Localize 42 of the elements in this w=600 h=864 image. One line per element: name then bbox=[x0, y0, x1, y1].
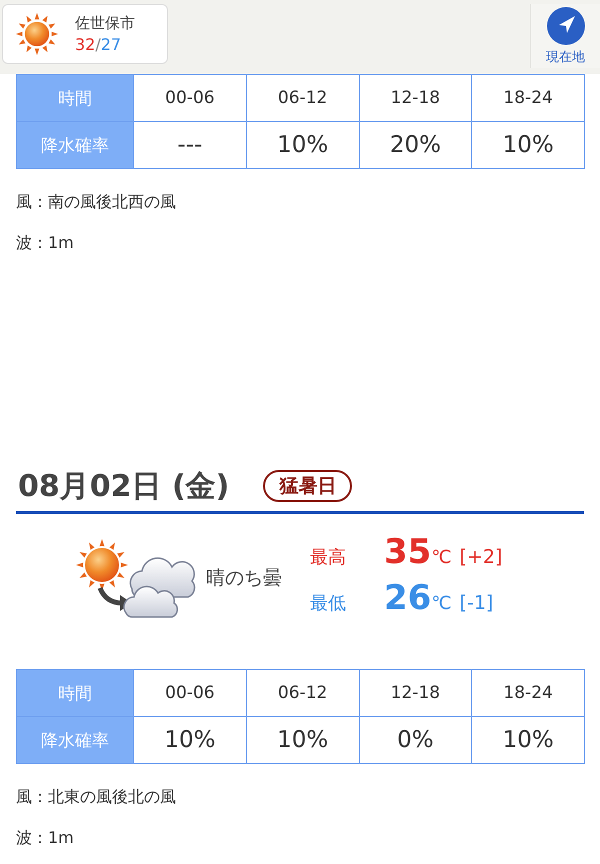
precip-cell: --- bbox=[134, 122, 246, 168]
hot-day-badge: 猛暑日 bbox=[263, 470, 352, 502]
row-header-cell: 降水確率 bbox=[16, 716, 134, 764]
temp-separator: / bbox=[95, 35, 101, 54]
precip-cell: 10% bbox=[246, 716, 359, 764]
low-temp: 27 bbox=[100, 35, 122, 54]
high-label: 最高 bbox=[310, 546, 347, 569]
precip-cell: 20% bbox=[359, 122, 472, 168]
low-temperature: 26 bbox=[384, 578, 432, 618]
row-header-cell: 降水確率 bbox=[16, 122, 134, 168]
time-cell: 06-12 bbox=[246, 74, 359, 122]
row-header-cell: 時間 bbox=[16, 670, 134, 716]
precip-cell: 10% bbox=[472, 122, 584, 168]
time-cell: 12-18 bbox=[359, 74, 472, 122]
low-difference: [-1] bbox=[460, 592, 494, 614]
current-location-button[interactable]: 現在地 bbox=[530, 4, 600, 68]
weather-description: 晴のち曇 bbox=[206, 566, 282, 591]
row-header-cell: 時間 bbox=[16, 74, 134, 122]
sun-icon bbox=[15, 12, 59, 56]
low-label: 最低 bbox=[310, 592, 347, 615]
date-heading: 08月02日 (金) bbox=[18, 468, 230, 506]
high-temperature: 35 bbox=[384, 532, 432, 572]
time-cell: 00-06 bbox=[134, 74, 246, 122]
precip-cell: 0% bbox=[359, 716, 472, 764]
time-cell: 18-24 bbox=[472, 670, 584, 716]
precip-cell: 10% bbox=[246, 122, 359, 168]
high-temp: 32 bbox=[75, 35, 96, 54]
high-difference: [+2] bbox=[460, 546, 502, 568]
wind-text: 風：南の風後北西の風 bbox=[16, 191, 177, 213]
precip-cell: 10% bbox=[134, 716, 246, 764]
time-cell: 18-24 bbox=[472, 74, 584, 122]
wave-text: 波：1m bbox=[16, 232, 75, 254]
wave-text: 波：1m bbox=[16, 827, 75, 849]
time-cell: 06-12 bbox=[246, 670, 359, 716]
time-cell: 12-18 bbox=[359, 670, 472, 716]
celsius-unit: ℃ bbox=[431, 593, 452, 614]
wind-text: 風：北東の風後北の風 bbox=[16, 786, 177, 808]
celsius-unit: ℃ bbox=[431, 547, 452, 568]
precip-cell: 10% bbox=[472, 716, 584, 764]
time-cell: 00-06 bbox=[134, 670, 246, 716]
city-card[interactable]: 佐世保市 32/27 bbox=[2, 4, 168, 64]
city-name: 佐世保市 bbox=[75, 13, 135, 34]
